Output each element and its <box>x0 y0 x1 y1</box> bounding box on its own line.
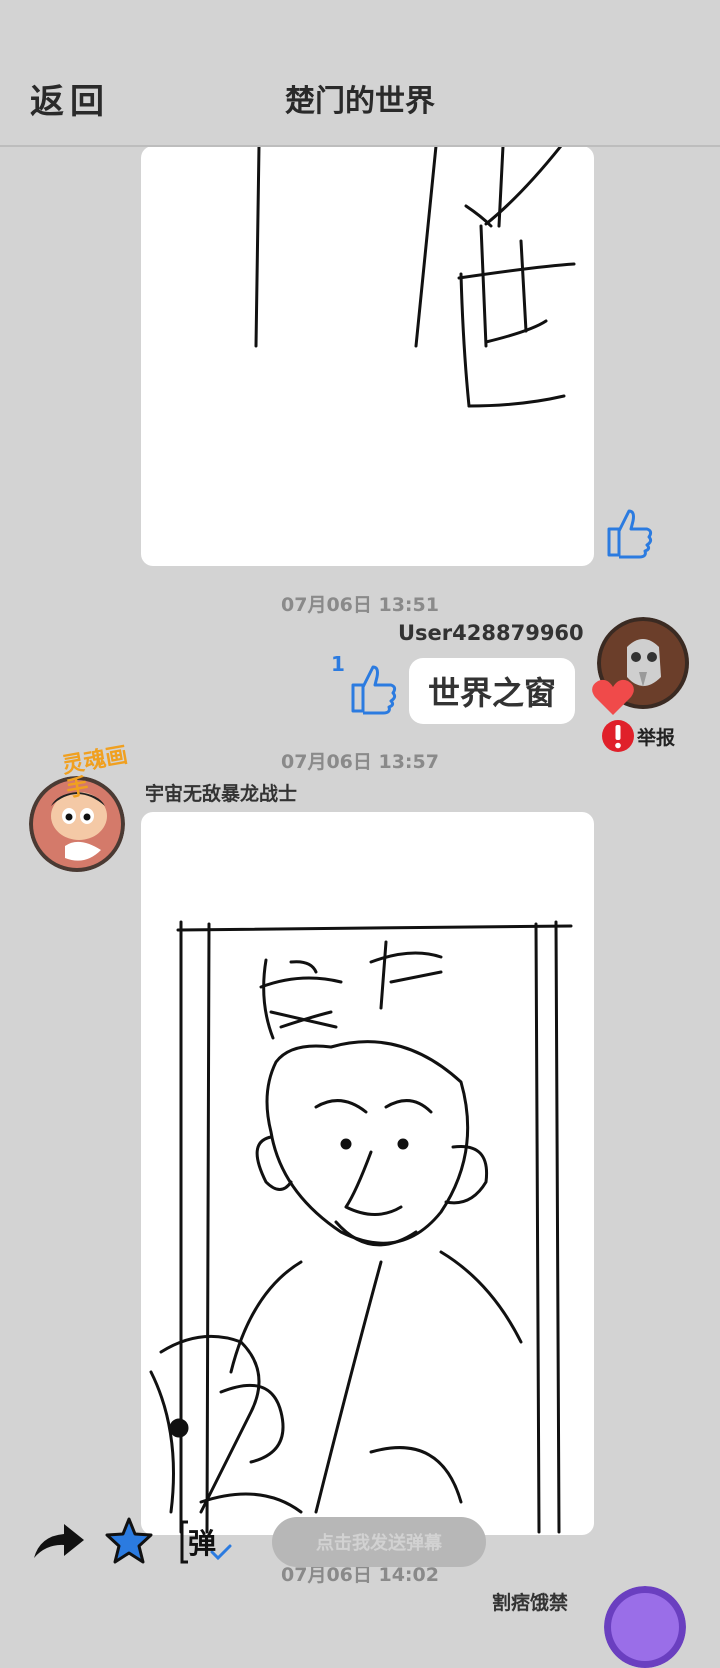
danmu-input-button[interactable]: 点击我发送弹幕 <box>272 1517 486 1567</box>
user-avatar[interactable] <box>604 1586 686 1668</box>
danmu-icon-label: 弹 <box>188 1527 217 1560</box>
message-bubble[interactable]: 世界之窗 <box>409 658 575 724</box>
header-bar: 返回 楚门的世界 <box>0 0 720 147</box>
message-username[interactable]: 宇宙无敌暴龙战士 <box>145 779 297 806</box>
danmu-icon[interactable]: 弹 <box>176 1518 236 1566</box>
message-username[interactable]: User428879960 <box>398 621 584 645</box>
drawing-card-2[interactable] <box>141 812 594 1535</box>
page-title: 楚门的世界 <box>285 84 435 119</box>
drawing-card-1[interactable] <box>141 144 594 566</box>
report-label: 举报 <box>637 726 676 749</box>
drawing-image-2 <box>149 920 573 1534</box>
thumbs-up-icon[interactable] <box>603 505 655 561</box>
drawing-image-1 <box>254 144 576 408</box>
heart-icon[interactable] <box>590 677 636 717</box>
message-timestamp: 07月06日 13:51 <box>281 594 439 616</box>
share-icon[interactable] <box>30 1518 86 1564</box>
like-count: 1 <box>331 652 345 676</box>
message-username[interactable]: 割痞饿禁 <box>492 1588 568 1615</box>
star-icon[interactable] <box>104 1516 154 1566</box>
thumbs-up-icon[interactable] <box>347 661 399 717</box>
